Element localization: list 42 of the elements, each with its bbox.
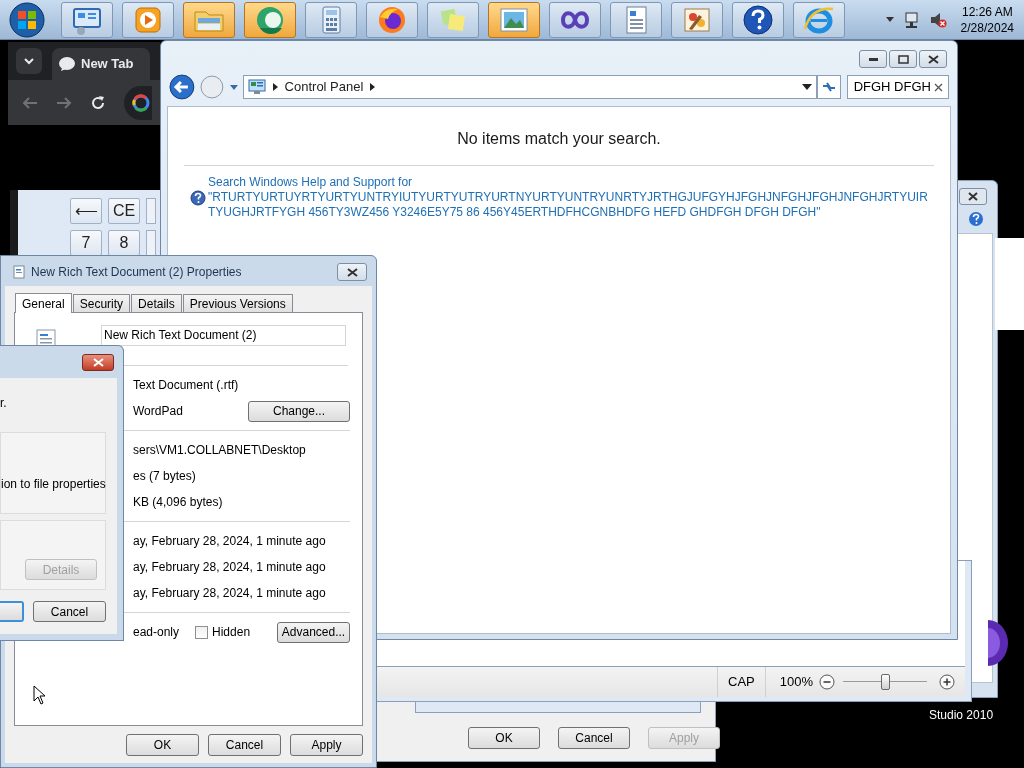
tab[interactable]: General — [15, 293, 72, 313]
dialog-text: ion to file properties — [1, 476, 106, 493]
checkbox-label[interactable]: Hidden — [212, 623, 251, 641]
search-field[interactable]: DFGH DFGH — [846, 75, 949, 99]
breadcrumb-item[interactable]: Control Panel — [284, 77, 364, 97]
zoom-level: 100% — [779, 673, 813, 692]
tab[interactable]: Details — [131, 294, 182, 312]
browser-tab[interactable]: New Tab — [52, 48, 150, 80]
property-value: Text Document (.rtf) — [133, 377, 239, 394]
dialog-title: New Rich Text Document (2) Properties — [31, 264, 242, 281]
calculator-key[interactable]: 7 — [70, 230, 102, 256]
property-value: es (7 bytes) — [133, 468, 196, 485]
dialog-button[interactable]: OK — [126, 734, 199, 756]
cancel-button[interactable]: Cancel — [33, 601, 106, 622]
checkbox-label[interactable]: ead-only — [133, 623, 180, 641]
property-value: ay, February 28, 2024, 1 minute ago — [133, 585, 326, 602]
property-value: ay, February 28, 2024, 1 minute ago — [133, 559, 326, 576]
clock-time[interactable]: 12:26 AM — [961, 3, 1013, 20]
help-link[interactable]: Search Windows Help and Support for "RTURTYURTUYRTYURTYUNTRYIUTYURTYUTRYURTNYURTYUNTRYUNRTYJRTHGJUFGYHJFGHJNFGHJFGHJNFGHJRTYUIRTYUGHJRTFYGH 456TY3WZ456 Y3246E5Y75 86 456Y45ERTHDFHCGNBHDFG HEFD GHDFGH DFGH DFGH" — [208, 175, 934, 220]
change-button[interactable]: Change... — [248, 400, 350, 422]
advanced-button[interactable]: Advanced... — [277, 621, 350, 643]
address-bar[interactable]: Control Panel — [242, 75, 817, 99]
property-value: sers\VM1.COLLABNET\Desktop — [133, 442, 306, 459]
calculator-key[interactable]: ⟵ — [70, 198, 102, 224]
caps-indicator: CAP — [717, 667, 766, 697]
tab[interactable]: Previous Versions — [182, 294, 293, 312]
dialog-button[interactable]: Cancel — [558, 727, 630, 749]
dialog-text: r. — [0, 395, 8, 412]
no-results-message: No items match your search. — [184, 107, 934, 166]
dialog-button[interactable]: Apply — [290, 734, 363, 756]
tab[interactable]: Security — [72, 294, 131, 312]
clock-date[interactable]: 2/28/2024 — [960, 19, 1014, 36]
calculator-key[interactable]: CE — [108, 198, 140, 224]
property-value: KB (4,096 bytes) — [133, 494, 223, 511]
property-value: ay, February 28, 2024, 1 minute ago — [133, 533, 326, 550]
dialog-button[interactable]: OK — [468, 727, 540, 749]
tab-title: New Tab — [81, 55, 134, 74]
desktop-icon-label[interactable]: Studio 2010 — [929, 706, 994, 724]
calculator-key[interactable]: 8 — [108, 230, 140, 256]
name-field[interactable]: New Rich Text Document (2) — [101, 324, 346, 346]
dialog-button[interactable]: Cancel — [208, 734, 281, 756]
property-value: WordPad — [133, 403, 183, 420]
